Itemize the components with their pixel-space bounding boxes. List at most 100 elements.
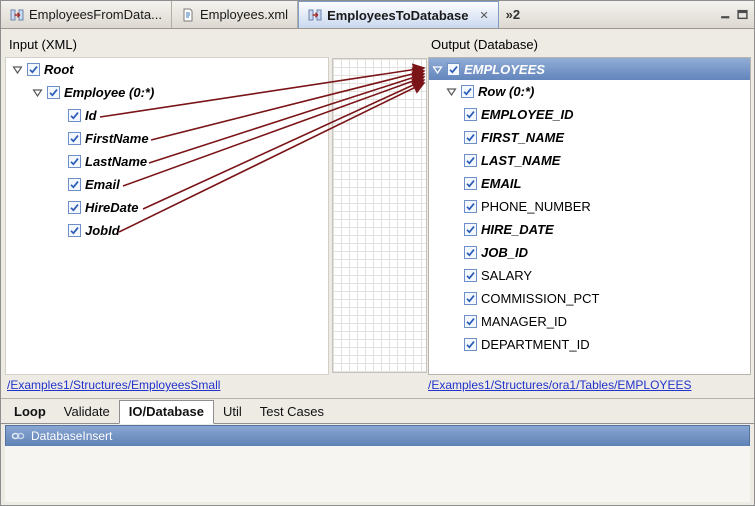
expander-icon[interactable] (32, 87, 43, 98)
element-icon (464, 154, 477, 167)
tree-node-label: JOB_ID (481, 245, 528, 260)
element-icon (464, 246, 477, 259)
tree-node-label: FIRST_NAME (481, 130, 564, 145)
tree-node-last-name[interactable]: LAST_NAME (429, 149, 750, 172)
output-panel-title: Output (Database) (431, 37, 538, 52)
tree-node-id[interactable]: Id (6, 104, 328, 127)
tree-node-label: Root (44, 62, 74, 77)
tree-node-label: EMAIL (481, 176, 521, 191)
tree-node-employee[interactable]: Employee (0:*) (6, 81, 328, 104)
mapping-file-icon (10, 8, 24, 22)
operations-panel-body (5, 446, 750, 502)
element-icon (461, 85, 474, 98)
tree-node-label: SALARY (481, 268, 532, 283)
tree-node-label: LAST_NAME (481, 153, 560, 168)
tree-node-label: HireDate (85, 200, 138, 215)
element-icon (464, 338, 477, 351)
output-structure-link[interactable]: /Examples1/Structures/ora1/Tables/EMPLOY… (428, 378, 691, 392)
operation-label: DatabaseInsert (31, 429, 112, 443)
tree-node-row[interactable]: Row (0:*) (429, 80, 750, 103)
tab-employees-xml[interactable]: Employees.xml (172, 1, 298, 28)
tree-node-label: Row (0:*) (478, 84, 534, 99)
element-icon (464, 131, 477, 144)
output-tree-panel: EMPLOYEES Row (0:*) EMPLOYEE_ID FIRST_NA… (428, 57, 751, 375)
element-icon (68, 201, 81, 214)
tree-node-department-id[interactable]: DEPARTMENT_ID (429, 333, 750, 356)
element-icon (464, 177, 477, 190)
minimize-icon[interactable] (720, 9, 731, 20)
tab-io-database[interactable]: IO/Database (119, 400, 214, 424)
tree-node-label: COMMISSION_PCT (481, 291, 599, 306)
element-icon (68, 178, 81, 191)
element-icon (447, 63, 460, 76)
operation-row-database-insert[interactable]: DatabaseInsert (5, 425, 750, 447)
tree-node-label: LastName (85, 154, 147, 169)
tree-node-commission-pct[interactable]: COMMISSION_PCT (429, 287, 750, 310)
expander-icon[interactable] (446, 86, 457, 97)
tree-node-label: EMPLOYEES (464, 62, 545, 77)
element-icon (464, 200, 477, 213)
tree-node-label: Email (85, 177, 120, 192)
tab-label: EmployeesFromData... (29, 7, 162, 22)
tree-node-phone-number[interactable]: PHONE_NUMBER (429, 195, 750, 218)
element-icon (27, 63, 40, 76)
element-icon (47, 86, 60, 99)
close-icon[interactable]: ✕ (479, 9, 488, 22)
xml-file-icon (181, 8, 195, 22)
element-icon (464, 315, 477, 328)
tree-node-job-id[interactable]: JOB_ID (429, 241, 750, 264)
tree-node-label: Employee (0:*) (64, 85, 154, 100)
tree-node-label: PHONE_NUMBER (481, 199, 591, 214)
element-icon (464, 269, 477, 282)
tab-employees-to-database[interactable]: EmployeesToDatabase ✕ (298, 1, 499, 28)
tree-node-label: EMPLOYEE_ID (481, 107, 573, 122)
input-panel-title: Input (XML) (9, 37, 77, 52)
element-icon (68, 132, 81, 145)
link-icon (11, 431, 25, 441)
tree-node-salary[interactable]: SALARY (429, 264, 750, 287)
tree-node-label: Id (85, 108, 97, 123)
tree-node-label: MANAGER_ID (481, 314, 567, 329)
tab-overflow-indicator[interactable]: »2 (499, 1, 527, 28)
input-structure-link[interactable]: /Examples1/Structures/EmployeesSmall (7, 378, 220, 392)
input-tree-panel: Root Employee (0:*) Id FirstName LastNam… (5, 57, 329, 375)
tree-node-label: DEPARTMENT_ID (481, 337, 590, 352)
editor-tab-bar: EmployeesFromData... Employees.xml Emplo… (1, 1, 754, 29)
tabbar-spacer (527, 1, 714, 28)
tree-node-label: FirstName (85, 131, 149, 146)
expander-icon[interactable] (12, 64, 23, 75)
tree-node-lastname[interactable]: LastName (6, 150, 328, 173)
tree-node-hire-date[interactable]: HIRE_DATE (429, 218, 750, 241)
tab-employees-from-data[interactable]: EmployeesFromData... (1, 1, 172, 28)
tree-node-email-col[interactable]: EMAIL (429, 172, 750, 195)
tree-node-employee-id[interactable]: EMPLOYEE_ID (429, 103, 750, 126)
view-controls (714, 1, 754, 28)
bottom-tab-bar: Loop Validate IO/Database Util Test Case… (1, 398, 754, 424)
element-icon (68, 109, 81, 122)
tree-node-employees-table[interactable]: EMPLOYEES (429, 58, 750, 80)
tree-node-label: HIRE_DATE (481, 222, 554, 237)
tab-validate[interactable]: Validate (55, 401, 119, 423)
tab-util[interactable]: Util (214, 401, 251, 423)
element-icon (464, 223, 477, 236)
tree-node-manager-id[interactable]: MANAGER_ID (429, 310, 750, 333)
expander-icon[interactable] (432, 64, 443, 75)
element-icon (464, 108, 477, 121)
mapping-file-icon (308, 8, 322, 22)
tree-node-hiredate[interactable]: HireDate (6, 196, 328, 219)
tab-label: EmployeesToDatabase (327, 8, 468, 23)
element-icon (68, 155, 81, 168)
tree-node-first-name[interactable]: FIRST_NAME (429, 126, 750, 149)
element-icon (68, 224, 81, 237)
tree-node-jobid[interactable]: JobId (6, 219, 328, 242)
tree-node-email[interactable]: Email (6, 173, 328, 196)
tab-test-cases[interactable]: Test Cases (251, 401, 333, 423)
maximize-icon[interactable] (737, 9, 748, 20)
tab-label: Employees.xml (200, 7, 288, 22)
mapping-editor-window: EmployeesFromData... Employees.xml Emplo… (0, 0, 755, 506)
tree-node-firstname[interactable]: FirstName (6, 127, 328, 150)
tab-loop[interactable]: Loop (5, 401, 55, 423)
mapping-canvas[interactable] (332, 58, 427, 373)
tree-node-root[interactable]: Root (6, 58, 328, 81)
tree-node-label: JobId (85, 223, 120, 238)
